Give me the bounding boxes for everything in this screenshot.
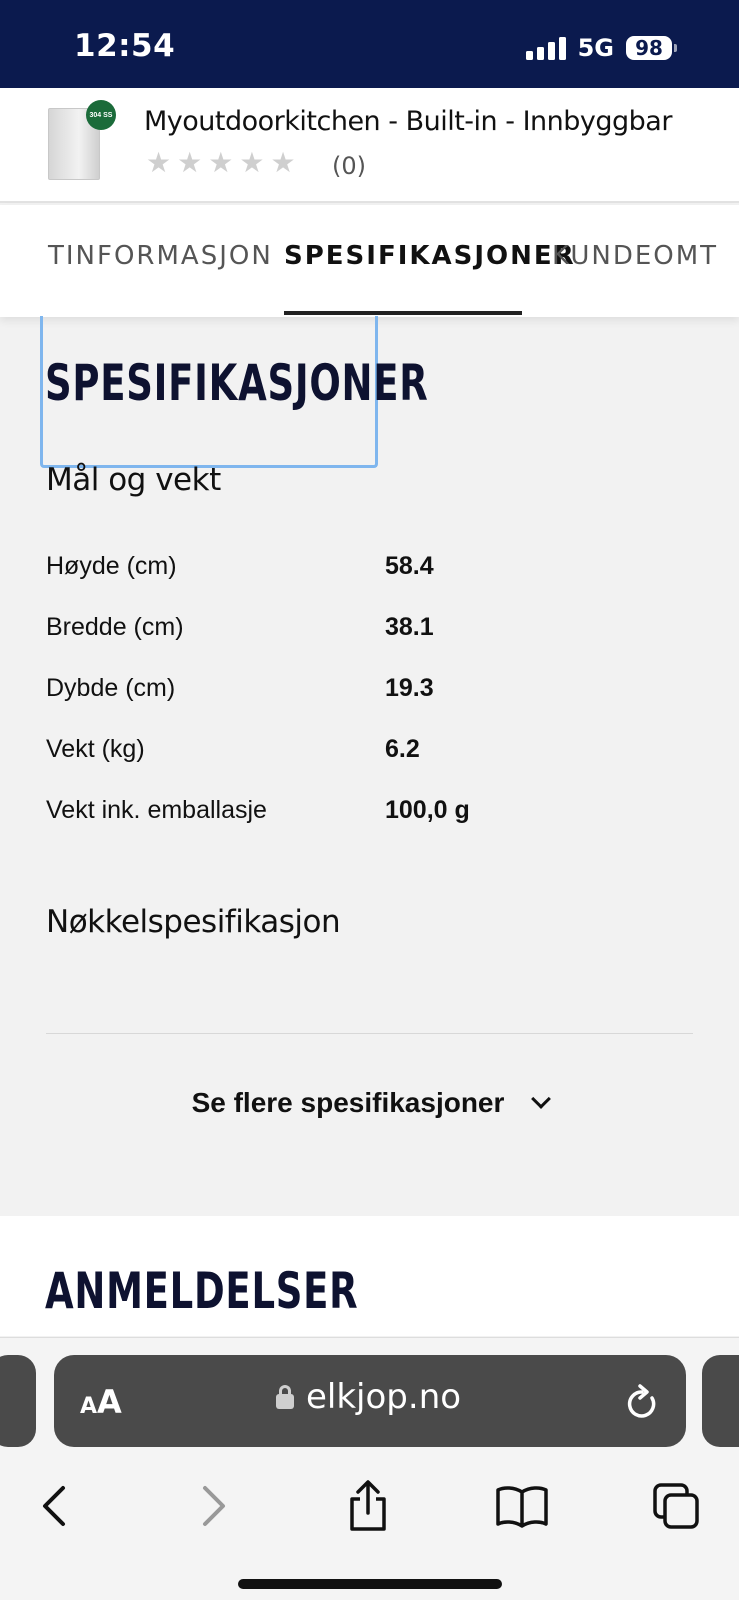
home-indicator [238,1579,502,1589]
next-tab-preview[interactable] [702,1355,739,1447]
forward-button[interactable] [184,1478,244,1534]
address-bar[interactable]: AA elkjop.no [54,1355,686,1447]
divider [46,1033,693,1034]
tab-informasjon[interactable]: TINFORMASJON [48,241,273,271]
battery-level: 98 [626,36,672,60]
bookmarks-button[interactable] [492,1478,552,1534]
specs-heading: SPESIFIKASJONER [45,354,429,412]
star-icon: ★ [146,147,172,178]
reviews-heading: ANMELDELSER [45,1262,359,1320]
specs-group-title: Mål og vekt [46,462,221,498]
spec-label: Dybde (cm) [46,674,176,702]
spec-label: Vekt ink. emballasje [46,796,267,824]
spec-row: Høyde (cm) 58.4 [46,552,646,592]
browser-nav-row [0,1478,739,1538]
share-button[interactable] [338,1478,398,1534]
star-icon: ★ [239,147,265,178]
status-time: 12:54 [74,28,176,64]
reader-settings-button[interactable]: AA [80,1383,122,1421]
status-bar: 12:54 5G 98 [0,0,739,88]
product-title: Myoutdoorkitchen - Built-in - Innbyggbar [144,106,672,137]
browser-toolbar: AA elkjop.no [0,1337,739,1600]
lock-icon [276,1385,294,1409]
reload-icon[interactable] [624,1382,660,1427]
battery-icon: 98 [626,36,677,60]
spec-label: Vekt (kg) [46,735,145,763]
star-icon: ★ [208,147,234,178]
reviews-section: ANMELDELSER [0,1216,739,1336]
tab-kundeomtaler[interactable]: KUNDEOMT [552,241,718,271]
spec-label: Bredde (cm) [46,613,184,641]
spec-row: Dybde (cm) 19.3 [46,674,646,714]
status-indicators: 5G 98 [525,34,677,62]
chevron-down-icon [531,1089,552,1109]
tab-spesifikasjoner[interactable]: SPESIFIKASJONER [284,241,576,271]
tabs-button[interactable] [646,1478,706,1534]
url-display[interactable]: elkjop.no [276,1377,461,1417]
product-header[interactable]: 304 SS Myoutdoorkitchen - Built-in - Inn… [0,88,739,203]
spec-value: 58.4 [385,552,434,580]
star-icon: ★ [177,147,203,178]
previous-tab-preview[interactable] [0,1355,36,1447]
network-label: 5G [577,34,614,62]
url-text: elkjop.no [306,1377,462,1417]
spec-value: 100,0 g [385,796,470,824]
specs-group-title: Nøkkelspesifikasjon [46,904,341,940]
spec-row: Bredde (cm) 38.1 [46,613,646,653]
review-count[interactable]: (0) [332,152,366,180]
spec-row: Vekt (kg) 6.2 [46,735,646,775]
product-badge: 304 SS [86,100,116,130]
section-tabs: TINFORMASJON SPESIFIKASJONER KUNDEOMT [0,205,739,317]
star-icon: ★ [270,147,296,178]
show-more-specs-button[interactable]: Se flere spesifikasjoner [160,1080,580,1126]
spec-row: Vekt ink. emballasje 100,0 g [46,796,646,836]
active-tab-indicator [284,311,522,315]
spec-value: 6.2 [385,735,420,763]
rating-stars: ★ ★ ★ ★ ★ [146,148,296,178]
back-button[interactable] [24,1478,84,1534]
signal-icon [525,36,566,60]
spec-value: 38.1 [385,613,434,641]
show-more-specs-label: Se flere spesifikasjoner [191,1087,505,1118]
spec-label: Høyde (cm) [46,552,177,580]
spec-value: 19.3 [385,674,434,702]
